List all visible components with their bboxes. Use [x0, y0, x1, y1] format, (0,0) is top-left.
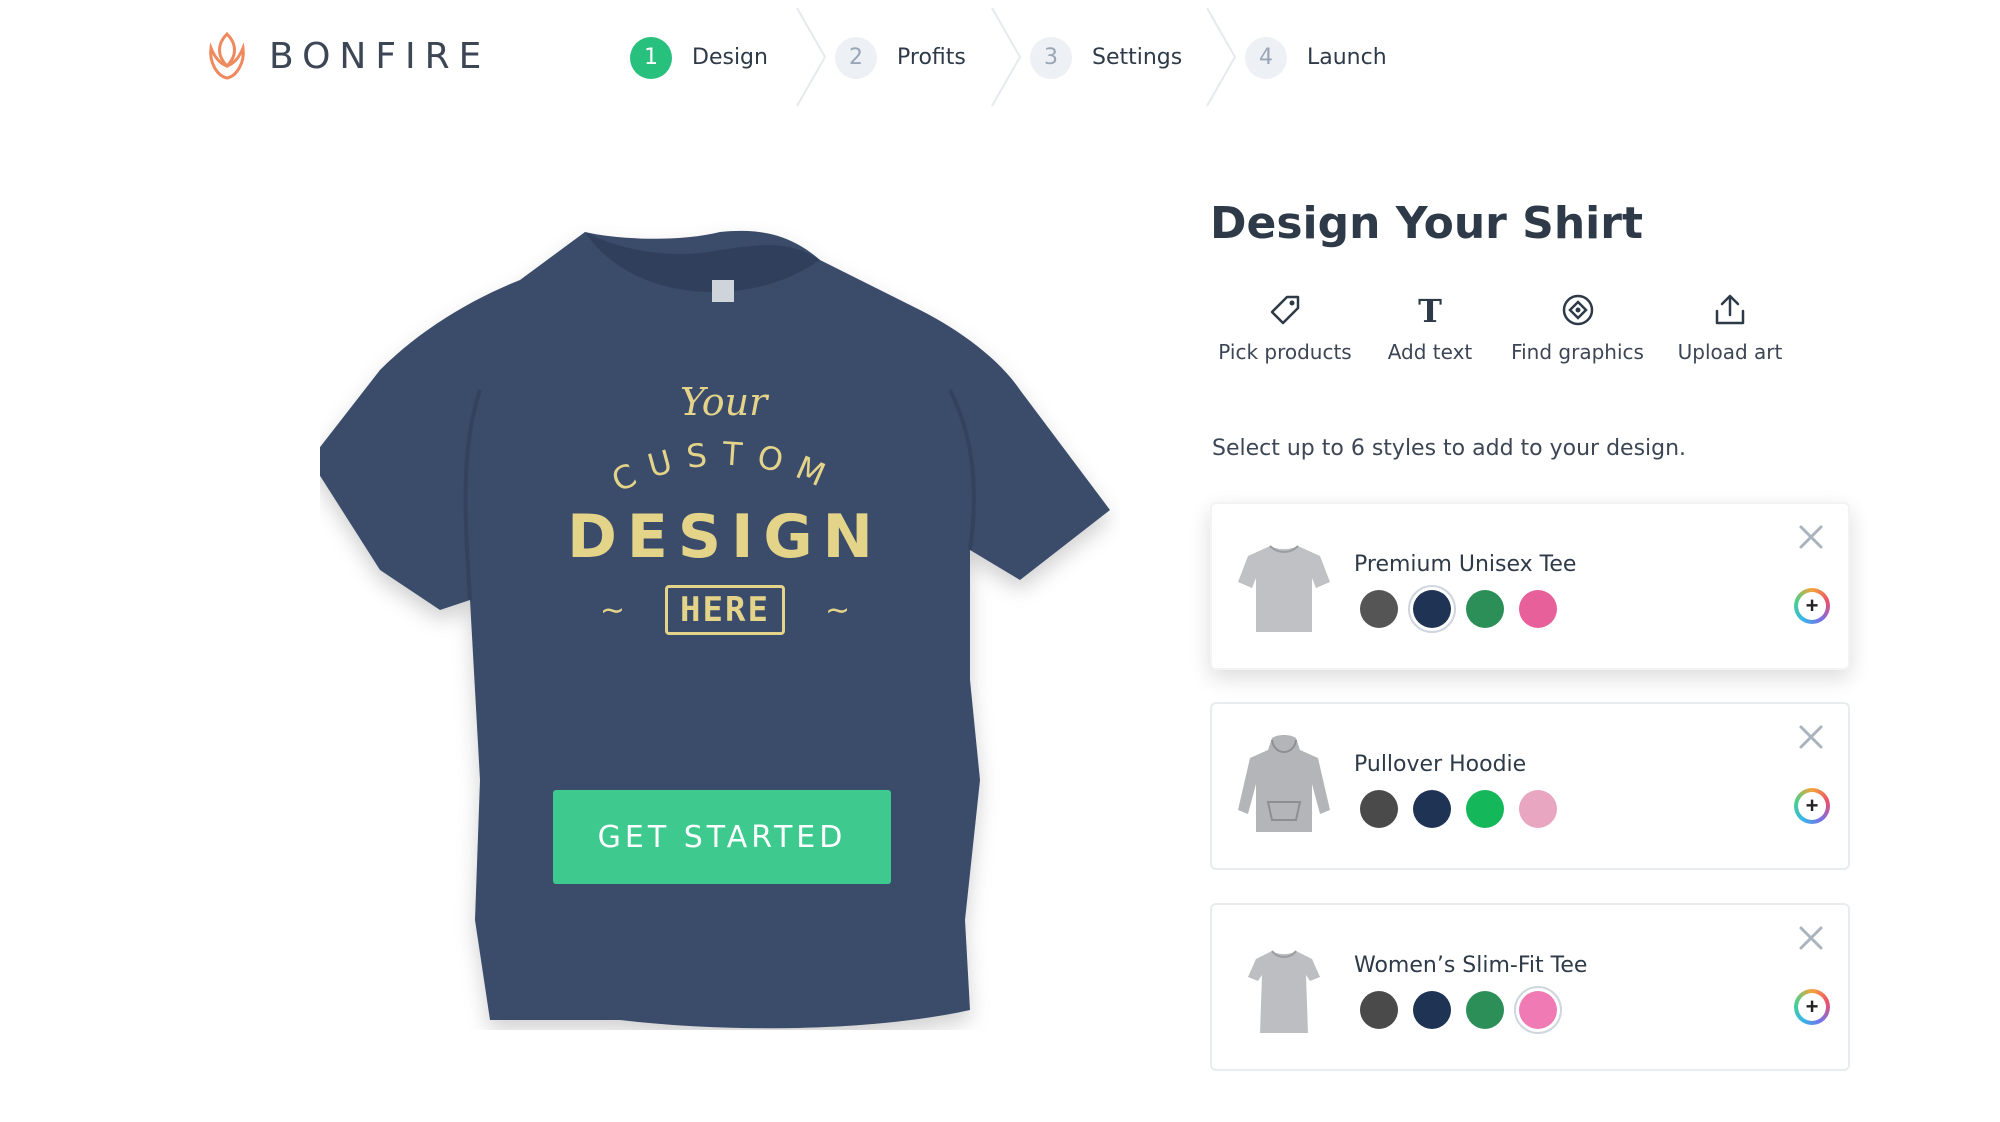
close-icon[interactable]: [1796, 923, 1826, 953]
text-icon: T: [1418, 293, 1442, 327]
chevron-divider-icon: [796, 7, 827, 107]
product-card-pullover-hoodie[interactable]: Pullover Hoodie +: [1210, 702, 1850, 870]
color-swatch[interactable]: [1413, 790, 1451, 828]
hoodie-thumbnail: [1238, 735, 1330, 832]
plus-icon: +: [1798, 592, 1826, 620]
step-number: 1: [630, 36, 672, 79]
tool-label: Find graphics: [1511, 340, 1644, 364]
color-swatches: [1360, 585, 1572, 633]
upload-icon: [1715, 294, 1745, 325]
plus-icon: +: [1798, 792, 1826, 820]
color-swatch[interactable]: [1360, 790, 1398, 828]
color-swatch[interactable]: [1466, 590, 1504, 628]
upload-art-button[interactable]: Upload art: [1655, 290, 1805, 364]
close-icon[interactable]: [1796, 522, 1826, 552]
color-swatch[interactable]: [1466, 991, 1504, 1029]
design-text-design: DESIGN: [567, 502, 883, 572]
tee-thumbnail: [1248, 950, 1320, 1033]
color-swatch[interactable]: [1360, 590, 1398, 628]
color-swatch[interactable]: [1466, 790, 1504, 828]
brand-name: BONFIRE: [269, 35, 491, 77]
step-design[interactable]: 1 Design: [630, 0, 835, 115]
tool-label: Add text: [1387, 340, 1473, 364]
step-label: Settings: [1092, 45, 1183, 70]
step-label: Profits: [897, 45, 966, 70]
step-label: Launch: [1307, 45, 1387, 70]
add-color-button[interactable]: +: [1794, 989, 1830, 1025]
styles-hint: Select up to 6 styles to add to your des…: [1212, 436, 1687, 461]
step-launch[interactable]: 4 Launch: [1245, 0, 1450, 115]
product-card-womens-slim-fit-tee[interactable]: Women’s Slim-Fit Tee +: [1210, 903, 1850, 1071]
page-title: Design Your Shirt: [1210, 198, 1643, 249]
product-name: Premium Unisex Tee: [1354, 552, 1577, 577]
design-tools: Pick products T Add text Find graphics U…: [1210, 290, 1805, 364]
color-swatch[interactable]: [1519, 790, 1557, 828]
add-color-button[interactable]: +: [1794, 788, 1830, 824]
product-card-premium-unisex-tee[interactable]: Premium Unisex Tee +: [1210, 502, 1850, 670]
wave-ornament-icon: ∼: [599, 593, 626, 627]
color-swatch[interactable]: [1413, 991, 1451, 1029]
svg-text:T: T: [1418, 293, 1442, 327]
add-color-button[interactable]: +: [1794, 588, 1830, 624]
design-text-here: HERE: [665, 585, 785, 635]
color-swatch[interactable]: [1519, 590, 1557, 628]
flame-petal-icon: [209, 31, 245, 80]
svg-text:CUSTOM: CUSTOM: [606, 434, 844, 499]
brand-logo[interactable]: BONFIRE: [205, 30, 490, 82]
wave-ornament-icon: ∼: [824, 593, 851, 627]
get-started-button[interactable]: GET STARTED: [553, 790, 891, 884]
progress-steps: 1 Design 2 Profits 3 Settings 4 Launch: [630, 0, 1450, 115]
plus-icon: +: [1798, 993, 1826, 1021]
design-here-row: ∼ HERE ∼: [560, 585, 890, 635]
tool-label: Pick products: [1218, 340, 1352, 364]
tee-thumbnail: [1238, 545, 1330, 632]
design-text-your: Your: [680, 380, 768, 424]
step-number: 3: [1030, 36, 1072, 79]
tag-icon: [1270, 295, 1300, 325]
product-name: Women’s Slim-Fit Tee: [1354, 953, 1588, 978]
pick-products-button[interactable]: Pick products: [1210, 290, 1360, 364]
step-number: 2: [835, 36, 877, 79]
tool-label: Upload art: [1677, 340, 1783, 364]
find-graphics-button[interactable]: Find graphics: [1500, 290, 1655, 364]
compass-icon: [1562, 294, 1593, 326]
step-number: 4: [1245, 36, 1287, 79]
color-swatches: [1360, 790, 1572, 828]
chevron-divider-icon: [1206, 7, 1237, 107]
step-label: Design: [692, 45, 768, 70]
color-swatch[interactable]: [1514, 986, 1562, 1034]
add-text-button[interactable]: T Add text: [1360, 290, 1500, 364]
color-swatches: [1360, 986, 1572, 1034]
color-swatch[interactable]: [1408, 585, 1456, 633]
chevron-divider-icon: [991, 7, 1022, 107]
color-swatch[interactable]: [1360, 991, 1398, 1029]
step-profits[interactable]: 2 Profits: [835, 0, 1030, 115]
product-name: Pullover Hoodie: [1354, 752, 1527, 777]
close-icon[interactable]: [1796, 722, 1826, 752]
step-settings[interactable]: 3 Settings: [1030, 0, 1245, 115]
